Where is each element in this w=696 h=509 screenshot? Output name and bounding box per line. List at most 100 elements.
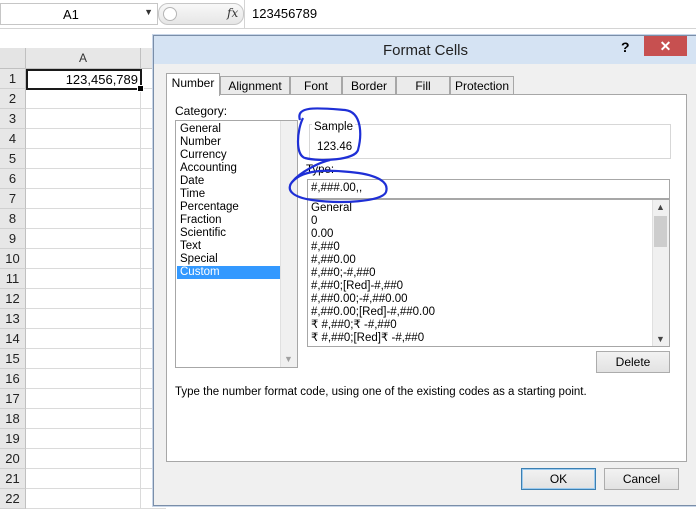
grid-row	[26, 169, 166, 189]
close-icon[interactable]: ✕	[644, 36, 687, 56]
category-item[interactable]: Number	[177, 136, 281, 149]
formula-input[interactable]: 123456789	[252, 6, 317, 21]
category-item[interactable]: Percentage	[177, 201, 281, 214]
cell[interactable]	[26, 349, 141, 368]
format-code-item[interactable]: General	[311, 202, 352, 215]
column-header-a[interactable]: A	[26, 48, 141, 69]
row-header[interactable]: 7	[0, 189, 26, 209]
category-item[interactable]: Special	[177, 253, 281, 266]
row-header[interactable]: 11	[0, 269, 26, 289]
cell[interactable]	[26, 289, 141, 308]
format-list-scrollbar[interactable]: ▲ ▼	[652, 200, 669, 346]
category-item[interactable]: Text	[177, 240, 281, 253]
category-item-selected[interactable]: Custom	[177, 266, 281, 279]
dialog-titlebar[interactable]: Format Cells ? ✕	[154, 36, 696, 64]
type-input[interactable]: #,###.00,,	[307, 179, 670, 199]
chevron-down-icon[interactable]: ▼	[144, 7, 153, 17]
formula-grip-icon[interactable]	[163, 7, 177, 21]
cancel-button[interactable]: Cancel	[604, 468, 679, 490]
insert-function-icon[interactable]: fx	[227, 6, 238, 20]
format-code-item[interactable]: 0.00	[311, 228, 333, 241]
row-header[interactable]: 13	[0, 309, 26, 329]
select-all-corner[interactable]	[0, 48, 26, 69]
tab-alignment[interactable]: Alignment	[220, 76, 290, 96]
cell[interactable]	[26, 369, 141, 388]
tab-fill[interactable]: Fill	[396, 76, 450, 96]
category-item[interactable]: Currency	[177, 149, 281, 162]
cell[interactable]	[26, 129, 141, 148]
cell[interactable]	[26, 449, 141, 468]
row-header[interactable]: 2	[0, 89, 26, 109]
row-header[interactable]: 10	[0, 249, 26, 269]
format-code-item[interactable]: #,##0;[Red]-#,##0	[311, 280, 403, 293]
cell[interactable]	[26, 249, 141, 268]
category-scrollbar[interactable]: ▼	[280, 121, 297, 367]
cell[interactable]	[26, 469, 141, 488]
grid-row	[26, 289, 166, 309]
cell[interactable]	[26, 109, 141, 128]
cell[interactable]	[26, 169, 141, 188]
format-code-item[interactable]: #,##0	[311, 241, 340, 254]
row-header[interactable]: 22	[0, 489, 26, 509]
category-item[interactable]: Date	[177, 175, 281, 188]
help-icon[interactable]: ?	[621, 39, 630, 55]
category-list[interactable]: General Number Currency Accounting Date …	[175, 120, 298, 368]
row-header[interactable]: 1	[0, 69, 26, 89]
row-header[interactable]: 3	[0, 109, 26, 129]
format-code-item[interactable]: ₹ #,##0;₹ -#,##0	[311, 319, 397, 332]
cell[interactable]	[26, 149, 141, 168]
format-code-item[interactable]: 0	[311, 215, 317, 228]
format-code-item[interactable]: #,##0.00	[311, 254, 356, 267]
row-header[interactable]: 8	[0, 209, 26, 229]
format-code-item[interactable]: #,##0.00;-#,##0.00	[311, 293, 408, 306]
format-code-item[interactable]: #,##0;-#,##0	[311, 267, 376, 280]
row-header[interactable]: 5	[0, 149, 26, 169]
scroll-up-icon[interactable]: ▲	[656, 202, 665, 212]
row-header[interactable]: 9	[0, 229, 26, 249]
ok-button[interactable]: OK	[521, 468, 596, 490]
category-item[interactable]: Scientific	[177, 227, 281, 240]
row-header[interactable]: 17	[0, 389, 26, 409]
cell-a1[interactable]: 123,456,789	[26, 69, 142, 90]
row-header[interactable]: 21	[0, 469, 26, 489]
row-header[interactable]: 18	[0, 409, 26, 429]
format-code-item[interactable]: #,##0.00;[Red]-#,##0.00	[311, 306, 435, 319]
delete-button[interactable]: Delete	[596, 351, 670, 373]
category-item[interactable]: Fraction	[177, 214, 281, 227]
cell[interactable]	[26, 229, 141, 248]
format-code-list[interactable]: General 0 0.00 #,##0 #,##0.00 #,##0;-#,#…	[307, 199, 670, 347]
scroll-down-icon[interactable]: ▼	[656, 334, 665, 344]
cell[interactable]	[26, 189, 141, 208]
scroll-thumb[interactable]	[654, 216, 667, 247]
fill-handle[interactable]	[137, 85, 144, 92]
row-header[interactable]: 6	[0, 169, 26, 189]
tab-number[interactable]: Number	[166, 73, 220, 96]
cell[interactable]	[26, 409, 141, 428]
tab-protection[interactable]: Protection	[450, 76, 514, 96]
sample-box	[309, 124, 671, 159]
row-header[interactable]: 16	[0, 369, 26, 389]
cell[interactable]	[26, 489, 141, 508]
row-header[interactable]: 14	[0, 329, 26, 349]
scroll-down-icon[interactable]: ▼	[284, 354, 293, 364]
category-item[interactable]: General	[177, 123, 281, 136]
row-header[interactable]: 20	[0, 449, 26, 469]
row-header[interactable]: 4	[0, 129, 26, 149]
row-header[interactable]: 12	[0, 289, 26, 309]
row-header[interactable]: 19	[0, 429, 26, 449]
tab-border[interactable]: Border	[342, 76, 396, 96]
name-box[interactable]: A1 ▼	[0, 3, 158, 25]
cell[interactable]	[26, 309, 141, 328]
cell[interactable]	[26, 269, 141, 288]
cell[interactable]	[26, 329, 141, 348]
cell[interactable]	[26, 429, 141, 448]
row-header[interactable]: 15	[0, 349, 26, 369]
category-item[interactable]: Accounting	[177, 162, 281, 175]
category-item[interactable]: Time	[177, 188, 281, 201]
hint-text: Type the number format code, using one o…	[175, 386, 587, 398]
cell[interactable]	[26, 89, 141, 108]
cell[interactable]	[26, 389, 141, 408]
cell[interactable]	[26, 209, 141, 228]
format-code-item[interactable]: ₹ #,##0;[Red]₹ -#,##0	[311, 332, 424, 345]
tab-font[interactable]: Font	[290, 76, 342, 96]
